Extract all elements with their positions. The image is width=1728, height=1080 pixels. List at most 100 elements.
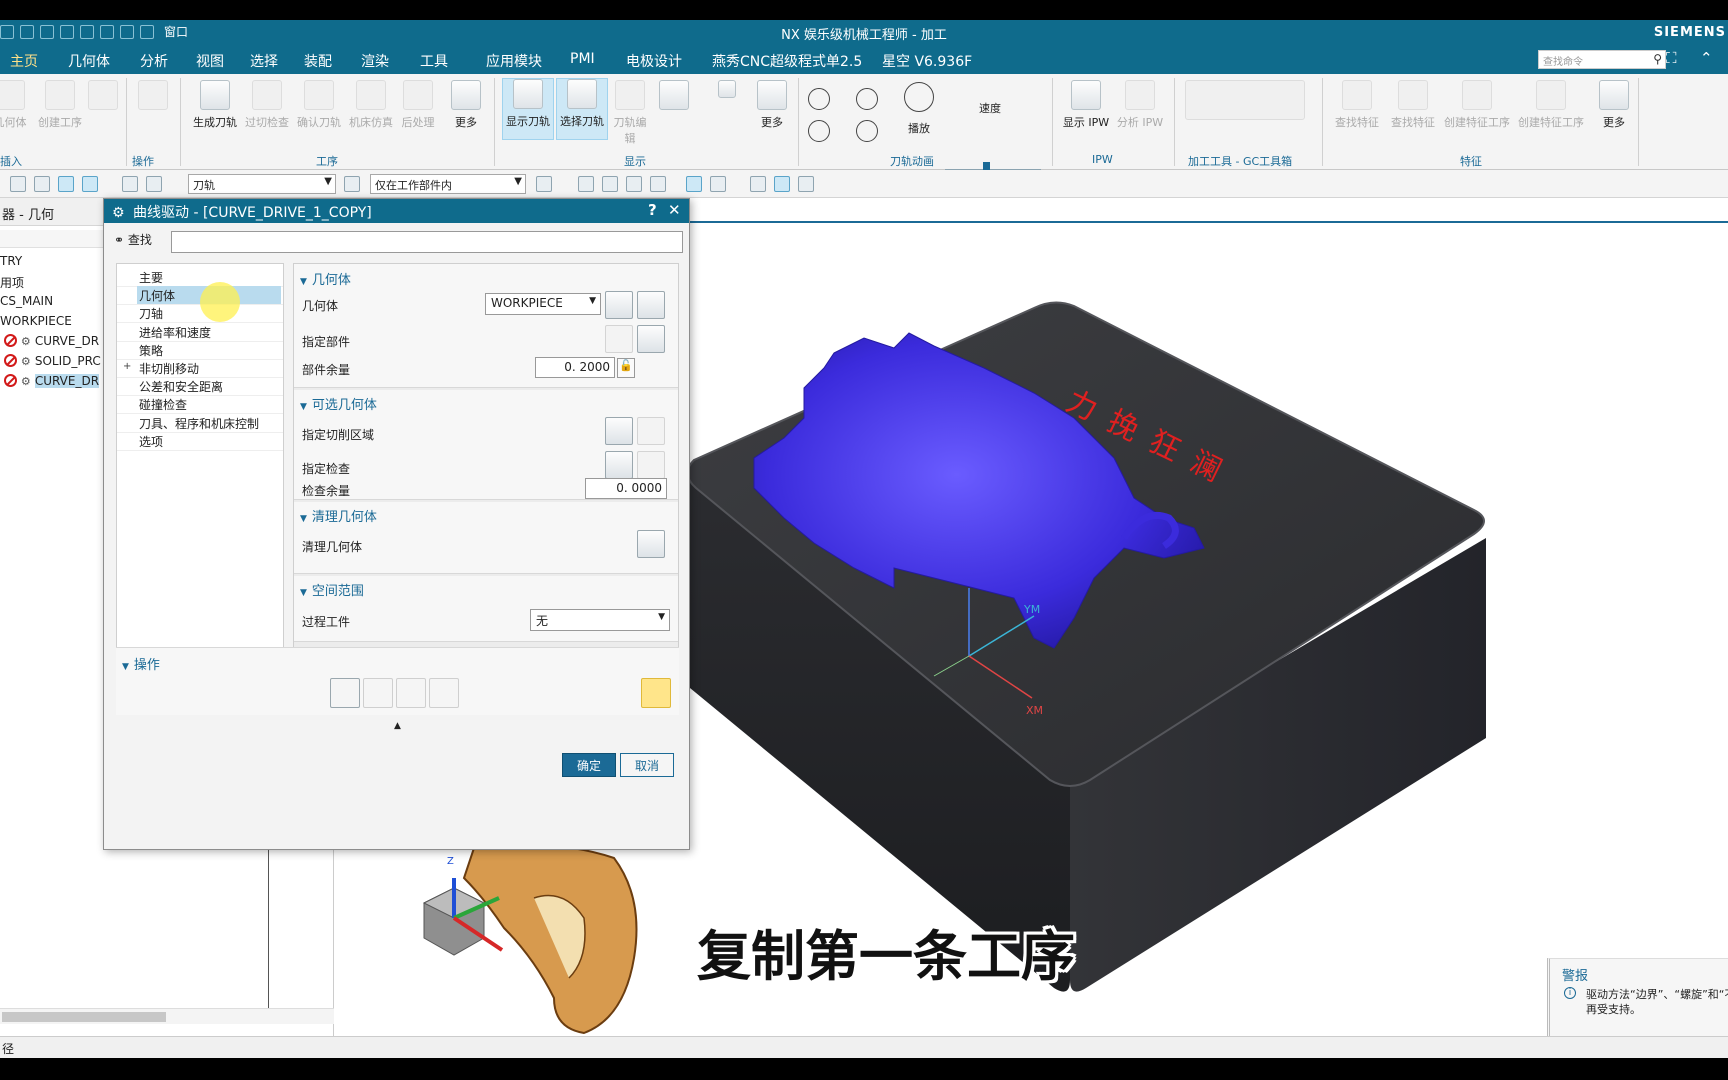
show-check-flashlight-icon[interactable]	[637, 451, 665, 479]
mcs-icon[interactable]	[750, 176, 766, 192]
navigator-row[interactable]: CS_MAIN	[0, 294, 53, 314]
cancel-button[interactable]: 取消	[620, 753, 674, 777]
navigator-row[interactable]: ⚙ CURVE_DR	[4, 334, 99, 354]
tree-item-2[interactable]: 刀轴	[137, 304, 165, 322]
create-operation-button[interactable]: 创建工序	[34, 80, 86, 130]
help-icon[interactable]: ?	[648, 201, 657, 219]
close-icon[interactable]: ✕	[668, 201, 681, 219]
ok-button[interactable]: 确定	[562, 753, 616, 777]
process-workpiece-select[interactable]: 无 ▼	[530, 609, 670, 631]
cleanup-section-header[interactable]: ▼ 清理几何体	[300, 506, 377, 525]
fast-forward-icon[interactable]	[856, 120, 878, 142]
geometry-section-header[interactable]: ▼ 几何体	[300, 269, 351, 288]
navigator-row[interactable]: WORKPIECE	[0, 314, 72, 334]
command-search-input[interactable]: 查找命令 ⚲	[1538, 50, 1666, 69]
menu-tab-4[interactable]: 选择	[250, 51, 278, 71]
menu-tab-7[interactable]: 工具	[420, 51, 448, 71]
type-filter-select[interactable]: 刀轨 ▼	[188, 174, 336, 194]
verify-path-button[interactable]: 确认刀轨	[294, 80, 344, 130]
filter-icon[interactable]	[34, 176, 50, 192]
menu-tab-3[interactable]: 视图	[196, 51, 224, 71]
tree-item-4[interactable]: 策略	[137, 341, 165, 359]
more-process-button[interactable]: 更多	[446, 80, 486, 130]
menu-tab-12[interactable]: 星空 V6.936F	[882, 51, 972, 71]
scope-select[interactable]: 仅在工作部件内 ▼	[370, 174, 526, 194]
arc-icon[interactable]	[626, 176, 642, 192]
specify-part-button[interactable]	[605, 325, 633, 353]
lock-icon[interactable]: 🔓	[617, 358, 635, 378]
menu-tab-9[interactable]: PMI	[570, 51, 595, 67]
display-options-button[interactable]	[658, 80, 690, 114]
generate-button[interactable]	[330, 678, 360, 708]
collapse-ribbon-icon[interactable]: ⌃	[1700, 49, 1713, 67]
generate-path-button[interactable]: 生成刀轨	[190, 80, 240, 130]
menu-tab-11[interactable]: 燕秀CNC超级程式单2.5	[712, 51, 862, 71]
box-icon[interactable]	[710, 176, 726, 192]
more-feature-button[interactable]: 更多	[1594, 80, 1634, 130]
navigator-hscrollbar[interactable]	[0, 1008, 334, 1024]
move-up-button[interactable]	[712, 80, 742, 102]
postprocess-button[interactable]: 后处理	[398, 80, 438, 130]
space-section-header[interactable]: ▼ 空间范围	[300, 580, 364, 599]
show-part-flashlight-icon[interactable]	[637, 325, 665, 353]
specify-check-button[interactable]	[605, 451, 633, 479]
optional-section-header[interactable]: ▼ 可选几何体	[300, 394, 377, 413]
fullscreen-icon[interactable]: ⛶	[1666, 49, 1677, 67]
find-feature-button[interactable]: 查找特征	[1330, 80, 1384, 130]
create-feature-op-button[interactable]: 创建特征工序	[1442, 80, 1512, 130]
select-icon[interactable]	[10, 176, 26, 192]
navigator-row[interactable]: ⚙ SOLID_PRC	[4, 354, 101, 374]
navigator-row[interactable]: ⚙ CURVE_DR	[4, 374, 100, 394]
method-select-icon[interactable]	[122, 176, 138, 192]
scrollbar-thumb[interactable]	[2, 1012, 166, 1022]
create-method-button[interactable]	[88, 80, 118, 114]
program-select-icon[interactable]	[82, 176, 98, 192]
find-input[interactable]	[171, 231, 683, 253]
menu-tab-8[interactable]: 应用模块	[486, 51, 542, 71]
show-eye-icon[interactable]	[774, 176, 790, 192]
tree-item-6[interactable]: 公差和安全距离	[137, 377, 225, 395]
replay-button[interactable]	[363, 678, 393, 708]
collapse-dialog-icon[interactable]: ▲	[394, 721, 401, 731]
funnel-icon[interactable]	[344, 176, 360, 192]
point-icon[interactable]	[650, 176, 666, 192]
tree-item-5[interactable]: 非切削移动	[137, 359, 201, 377]
list-button[interactable]	[429, 678, 459, 708]
edit-geometry-wrench-icon[interactable]	[637, 291, 665, 319]
verify-button[interactable]	[396, 678, 426, 708]
play-icon[interactable]	[904, 82, 934, 112]
hide-eye-icon[interactable]	[798, 176, 814, 192]
shade-icon[interactable]	[686, 176, 702, 192]
menu-tab-2[interactable]: 分析	[140, 51, 168, 71]
menu-tab-6[interactable]: 渲染	[361, 51, 389, 71]
part-stock-input[interactable]: 0. 2000	[535, 357, 615, 378]
tree-item-0[interactable]: 主要	[137, 268, 165, 286]
menu-tab-10[interactable]: 电极设计	[626, 51, 682, 71]
navigator-row[interactable]: TRY	[0, 254, 22, 274]
rewind-icon[interactable]	[808, 120, 830, 142]
tree-item-9[interactable]: 选项	[137, 432, 165, 450]
tree-item-8[interactable]: 刀具、程序和机床控制	[137, 414, 261, 432]
gc-toolbox-buttons[interactable]	[1180, 80, 1310, 124]
check-feature-button[interactable]: 查找特征	[1386, 80, 1440, 130]
cleanup-geometry-button[interactable]	[637, 530, 665, 558]
menu-tab-5[interactable]: 装配	[304, 51, 332, 71]
menu-tab-0[interactable]: 主页	[10, 51, 38, 71]
operations-section-header[interactable]: ▼ 操作	[122, 654, 160, 673]
more-display-button[interactable]: 更多	[752, 80, 792, 130]
expand-icon[interactable]: +	[123, 361, 131, 372]
gouge-check-button[interactable]: 过切检查	[242, 80, 292, 130]
path-edit-button[interactable]: 刀轨编辑	[610, 80, 650, 146]
new-geometry-button[interactable]	[605, 291, 633, 319]
circle-icon[interactable]	[602, 176, 618, 192]
analyze-ipw-button[interactable]: 分析 IPW	[1114, 80, 1166, 130]
snap-point-icon[interactable]	[578, 176, 594, 192]
select-path-op-button[interactable]	[641, 678, 671, 708]
path-select-icon[interactable]	[58, 176, 74, 192]
machine-sim-button[interactable]: 机床仿真	[346, 80, 396, 130]
operation-tools-button[interactable]	[136, 80, 170, 114]
select-path-button[interactable]: 选择刀轨	[556, 78, 608, 140]
geometry-select-icon[interactable]	[146, 176, 162, 192]
tree-item-3[interactable]: 进给率和速度	[137, 323, 213, 341]
insert-geometry-button[interactable]: 几何体	[0, 80, 30, 130]
